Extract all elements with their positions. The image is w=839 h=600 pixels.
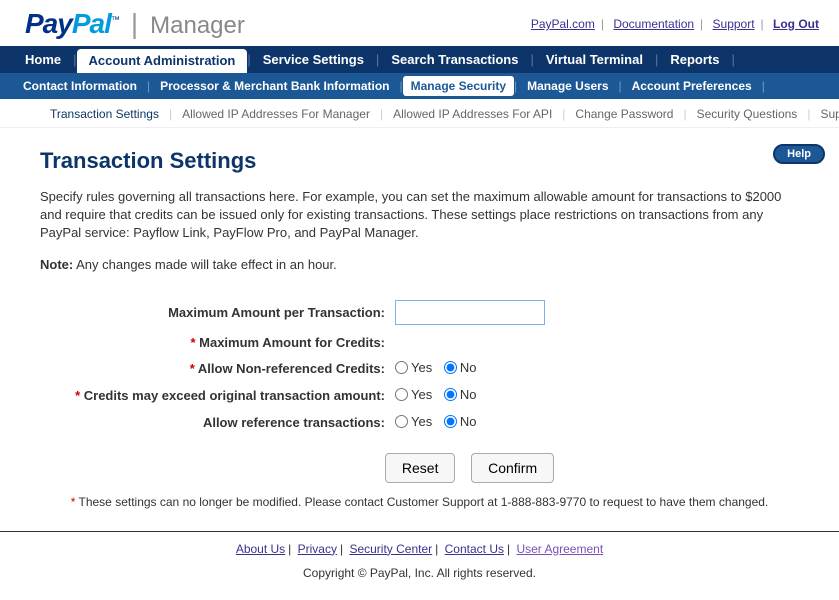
radio-exceed-no[interactable] <box>444 388 457 401</box>
nav-allowed-ip-api[interactable]: Allowed IP Addresses For API <box>383 107 562 121</box>
link-logout[interactable]: Log Out <box>773 17 819 31</box>
note: Note: Any changes made will take effect … <box>40 257 799 272</box>
secondary-nav: Contact Information| Processor & Merchan… <box>0 73 839 99</box>
link-about-us[interactable]: About Us <box>236 542 285 556</box>
link-contact-us[interactable]: Contact Us <box>445 542 504 556</box>
nav-contact-information[interactable]: Contact Information <box>13 73 147 99</box>
top-links: PayPal.com| Documentation| Support| Log … <box>531 17 819 31</box>
nav-support-tab[interactable]: Support <box>810 107 839 121</box>
link-user-agreement[interactable]: User Agreement <box>516 542 603 556</box>
link-security-center[interactable]: Security Center <box>349 542 432 556</box>
nav-manage-security[interactable]: Manage Security <box>403 76 514 96</box>
content: Help Transaction Settings Specify rules … <box>0 128 839 519</box>
manager-label: Manager <box>150 12 245 40</box>
header: PayPal™ | Manager PayPal.com| Documentat… <box>0 0 839 46</box>
radio-reftx-yes[interactable] <box>395 415 408 428</box>
radio-nonref-yes[interactable] <box>395 361 408 374</box>
radio-nonref-no[interactable] <box>444 361 457 374</box>
label-allow-nonref-credits: * Allow Non-referenced Credits: <box>40 361 395 376</box>
radio-exceed-yes[interactable] <box>395 388 408 401</box>
paypal-logo: PayPal™ <box>25 8 119 40</box>
nav-allowed-ip-manager[interactable]: Allowed IP Addresses For Manager <box>172 107 380 121</box>
label-allow-ref-tx: Allow reference transactions: <box>40 415 395 430</box>
copyright: Copyright © PayPal, Inc. All rights rese… <box>0 566 839 580</box>
nav-search-transactions[interactable]: Search Transactions <box>379 46 530 73</box>
logo-area: PayPal™ | Manager <box>25 8 245 40</box>
link-documentation[interactable]: Documentation <box>613 17 694 31</box>
button-row: Reset Confirm <box>140 453 799 483</box>
nav-security-questions[interactable]: Security Questions <box>687 107 808 121</box>
nav-account-preferences[interactable]: Account Preferences <box>622 73 762 99</box>
page-title: Transaction Settings <box>40 148 799 174</box>
tertiary-nav: Transaction Settings| Allowed IP Address… <box>0 99 839 128</box>
nav-manage-users[interactable]: Manage Users <box>517 73 618 99</box>
link-support[interactable]: Support <box>713 17 755 31</box>
nav-transaction-settings[interactable]: Transaction Settings <box>40 107 169 121</box>
nav-reports[interactable]: Reports <box>658 46 731 73</box>
nav-home[interactable]: Home <box>13 46 73 73</box>
footnote: * These settings can no longer be modifi… <box>40 495 799 509</box>
link-privacy[interactable]: Privacy <box>298 542 337 556</box>
logo-divider: | <box>131 8 138 40</box>
label-max-credits: * Maximum Amount for Credits: <box>40 335 395 350</box>
nav-processor-merchant-bank[interactable]: Processor & Merchant Bank Information <box>150 73 399 99</box>
primary-nav: Home| Account Administration| Service Se… <box>0 46 839 73</box>
nav-change-password[interactable]: Change Password <box>565 107 683 121</box>
footer: About Us| Privacy| Security Center| Cont… <box>0 532 839 600</box>
reset-button[interactable]: Reset <box>385 453 456 483</box>
nav-virtual-terminal[interactable]: Virtual Terminal <box>534 46 655 73</box>
nav-account-administration[interactable]: Account Administration <box>77 49 248 73</box>
nav-service-settings[interactable]: Service Settings <box>251 46 376 73</box>
page-description: Specify rules governing all transactions… <box>40 188 799 243</box>
confirm-button[interactable]: Confirm <box>471 453 554 483</box>
link-paypal-com[interactable]: PayPal.com <box>531 17 595 31</box>
label-credits-exceed: * Credits may exceed original transactio… <box>40 388 395 403</box>
help-button[interactable]: Help <box>773 144 825 164</box>
settings-form: Maximum Amount per Transaction: * Maximu… <box>40 300 799 431</box>
radio-reftx-no[interactable] <box>444 415 457 428</box>
label-max-per-transaction: Maximum Amount per Transaction: <box>40 305 395 320</box>
input-max-per-transaction[interactable] <box>395 300 545 325</box>
